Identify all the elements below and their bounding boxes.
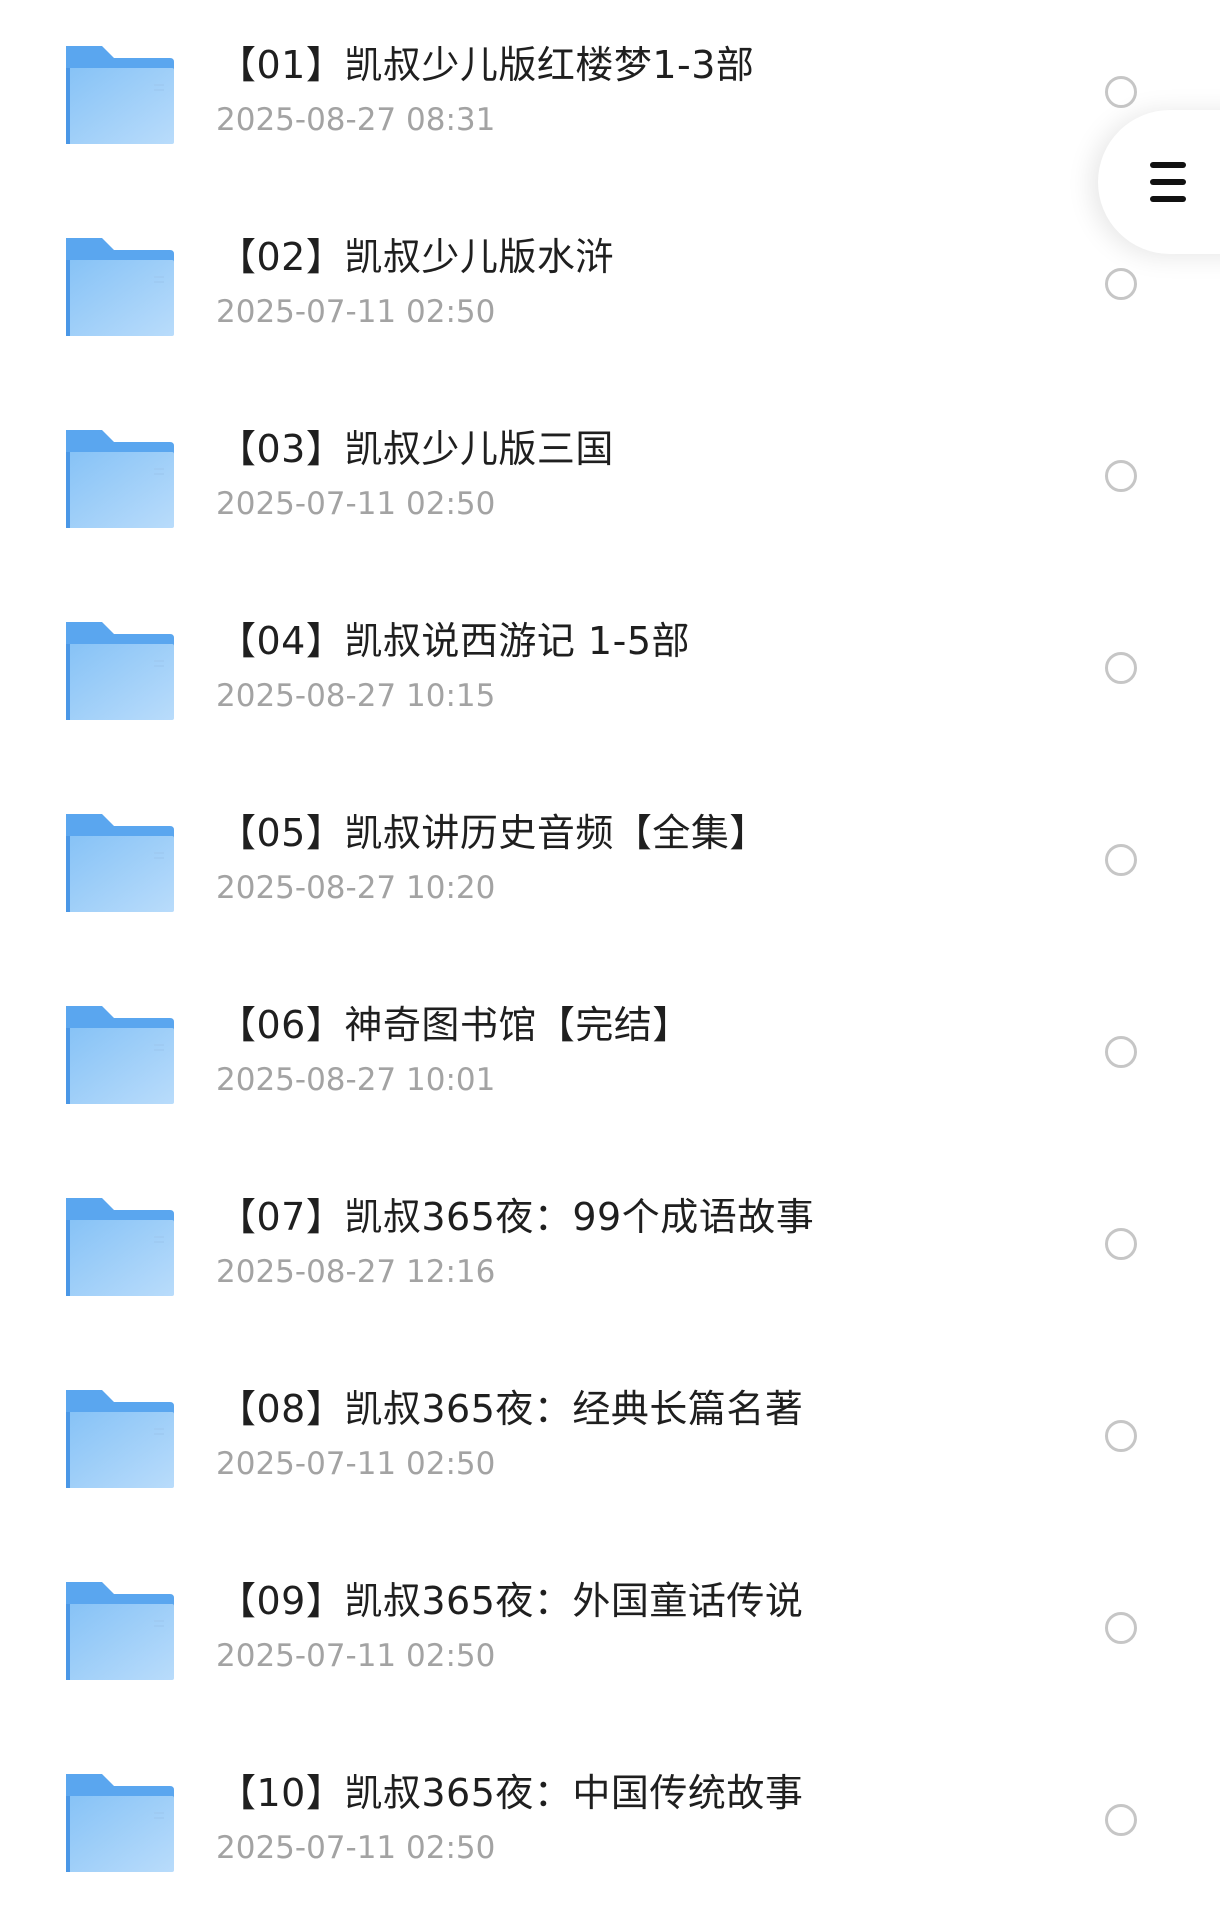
- folder-icon: [64, 428, 176, 530]
- select-radio[interactable]: [1105, 652, 1137, 684]
- list-item[interactable]: 【04】凯叔说西游记 1-5部 2025-08-27 10:15: [0, 576, 1220, 768]
- folder-date: 2025-08-27 10:15: [216, 678, 496, 714]
- folder-date: 2025-07-11 02:50: [216, 1830, 496, 1866]
- folder-date: 2025-07-11 02:50: [216, 1638, 496, 1674]
- folder-name: 【02】凯叔少儿版水浒: [218, 235, 614, 279]
- select-radio[interactable]: [1105, 1612, 1137, 1644]
- folder-name: 【08】凯叔365夜：经典长篇名著: [218, 1387, 804, 1431]
- folder-icon: [64, 1004, 176, 1106]
- folder-name: 【01】凯叔少儿版红楼梦1-3部: [218, 43, 755, 87]
- folder-date: 2025-08-27 10:01: [216, 1062, 496, 1098]
- folder-icon: [64, 620, 176, 722]
- select-radio[interactable]: [1105, 1036, 1137, 1068]
- folder-name: 【09】凯叔365夜：外国童话传说: [218, 1579, 804, 1623]
- menu-icon: [1150, 162, 1186, 202]
- folder-icon: [64, 1772, 176, 1874]
- list-item[interactable]: 【10】凯叔365夜：中国传统故事 2025-07-11 02:50: [0, 1728, 1220, 1920]
- folder-date: 2025-08-27 12:16: [216, 1254, 496, 1290]
- select-radio[interactable]: [1105, 1228, 1137, 1260]
- list-item[interactable]: 【07】凯叔365夜：99个成语故事 2025-08-27 12:16: [0, 1152, 1220, 1344]
- list-item[interactable]: 【06】神奇图书馆【完结】 2025-08-27 10:01: [0, 960, 1220, 1152]
- select-radio[interactable]: [1105, 76, 1137, 108]
- list-item[interactable]: 【05】凯叔讲历史音频【全集】 2025-08-27 10:20: [0, 768, 1220, 960]
- folder-name: 【10】凯叔365夜：中国传统故事: [218, 1771, 804, 1815]
- folder-date: 2025-07-11 02:50: [216, 294, 496, 330]
- folder-icon: [64, 1388, 176, 1490]
- folder-name: 【05】凯叔讲历史音频【全集】: [218, 811, 768, 855]
- list-item[interactable]: 【03】凯叔少儿版三国 2025-07-11 02:50: [0, 384, 1220, 576]
- folder-icon: [64, 812, 176, 914]
- folder-icon: [64, 1196, 176, 1298]
- folder-date: 2025-07-11 02:50: [216, 486, 496, 522]
- list-item[interactable]: 【02】凯叔少儿版水浒 2025-07-11 02:50: [0, 192, 1220, 384]
- select-radio[interactable]: [1105, 1804, 1137, 1836]
- list-item[interactable]: 【01】凯叔少儿版红楼梦1-3部 2025-08-27 08:31: [0, 0, 1220, 192]
- select-radio[interactable]: [1105, 268, 1137, 300]
- folder-icon: [64, 44, 176, 146]
- folder-date: 2025-08-27 08:31: [216, 102, 496, 138]
- select-radio[interactable]: [1105, 460, 1137, 492]
- folder-date: 2025-07-11 02:50: [216, 1446, 496, 1482]
- select-radio[interactable]: [1105, 1420, 1137, 1452]
- list-item[interactable]: 【09】凯叔365夜：外国童话传说 2025-07-11 02:50: [0, 1536, 1220, 1728]
- list-item[interactable]: 【08】凯叔365夜：经典长篇名著 2025-07-11 02:50: [0, 1344, 1220, 1536]
- select-radio[interactable]: [1105, 844, 1137, 876]
- folder-name: 【07】凯叔365夜：99个成语故事: [218, 1195, 815, 1239]
- folder-name: 【04】凯叔说西游记 1-5部: [218, 619, 690, 663]
- folder-name: 【03】凯叔少儿版三国: [218, 427, 614, 471]
- folder-date: 2025-08-27 10:20: [216, 870, 496, 906]
- folder-icon: [64, 236, 176, 338]
- folder-icon: [64, 1580, 176, 1682]
- folder-name: 【06】神奇图书馆【完结】: [218, 1003, 691, 1047]
